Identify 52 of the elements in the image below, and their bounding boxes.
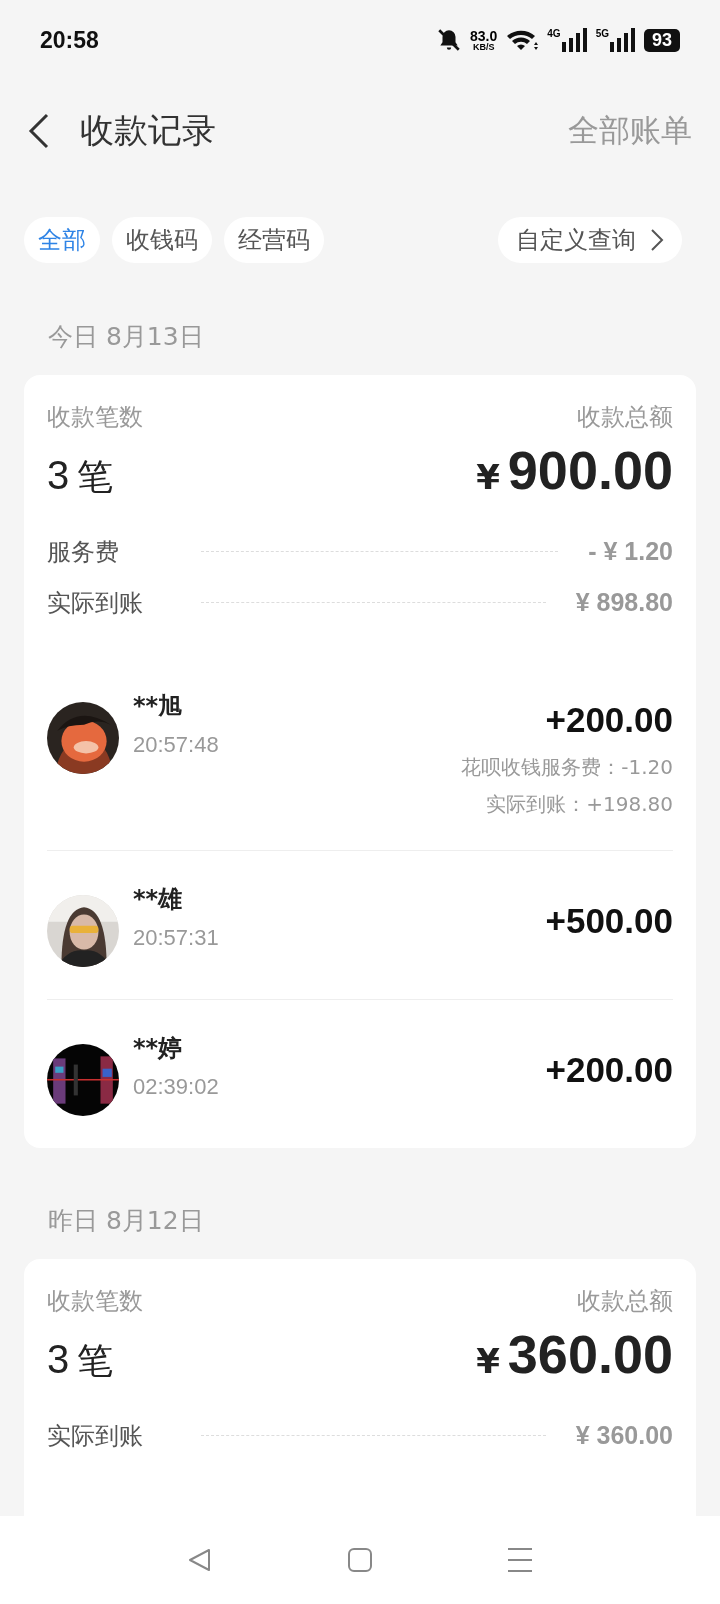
payment-time: 02:39:02 [133,1074,219,1100]
payer-name: **旭 [133,691,184,722]
custom-query-button[interactable]: 自定义查询 [498,217,682,263]
fee-detail: 花呗收钱服务费：-1.20 [461,754,673,781]
network-type: 4G [547,28,561,39]
clock-time: 20:58 [40,26,99,54]
payer-name: **雄 [133,884,184,915]
payment-amount: +200.00 [545,1050,673,1090]
summary-label: 服务费 [47,536,120,568]
menu-icon[interactable] [507,1547,533,1573]
count-unit: 笔 [77,1339,114,1383]
back-nav-icon[interactable] [187,1547,213,1573]
transaction-row[interactable]: **旭 20:57:48 +200.00 花呗收钱服务费：-1.20 实际到账：+198.80 [47,658,673,851]
summary-value: - ¥ 1.20 [588,537,673,566]
back-icon [28,113,50,149]
date-heading: 昨日 8月12日 [47,1205,205,1237]
date-heading: 今日 8月13日 [47,321,205,353]
payment-count: 3 [47,453,70,498]
total-amount: 360.00 [507,1323,673,1385]
transaction-row[interactable]: **婷 02:39:02 +200.00 [47,1000,673,1148]
summary-label: 实际到账 [47,587,144,619]
payment-amount: +500.00 [545,901,673,941]
signal-icon [609,28,636,52]
network-type: 5G [595,28,609,39]
count-label: 收款笔数 [47,402,143,433]
summary-value: ¥ 360.00 [575,1421,673,1450]
total-label: 收款总额 [577,402,673,433]
filter-tab[interactable]: 收钱码 [112,217,212,263]
count-label: 收款笔数 [47,1286,143,1317]
filter-tab[interactable]: 经营码 [224,217,324,263]
fee-detail: 实际到账：+198.80 [486,791,673,818]
summary-value: ¥ 898.80 [575,588,673,617]
speed-unit: KB/S [472,42,495,52]
network-speed: 83.0 [470,28,498,43]
chevron-right-icon [650,228,664,252]
currency-sign: ¥ [476,1341,500,1381]
transaction-row[interactable]: **雄 20:57:31 +500.00 [47,851,673,1000]
payment-time: 20:57:31 [133,925,219,951]
battery-level: 93 [643,28,680,52]
total-amount: 900.00 [507,439,673,501]
count-unit: 笔 [77,455,114,499]
home-nav-icon[interactable] [347,1547,373,1573]
payment-amount: +200.00 [545,700,673,740]
currency-sign: ¥ [476,457,500,497]
total-label: 收款总额 [577,1286,673,1317]
summary-label: 实际到账 [47,1420,144,1452]
payment-count: 3 [47,1337,70,1382]
payer-name: **婷 [133,1033,184,1064]
page-title: 收款记录 [80,109,216,152]
filter-tab[interactable]: 全部 [24,217,100,263]
payment-time: 20:57:48 [133,732,219,758]
signal-icon [561,28,588,52]
